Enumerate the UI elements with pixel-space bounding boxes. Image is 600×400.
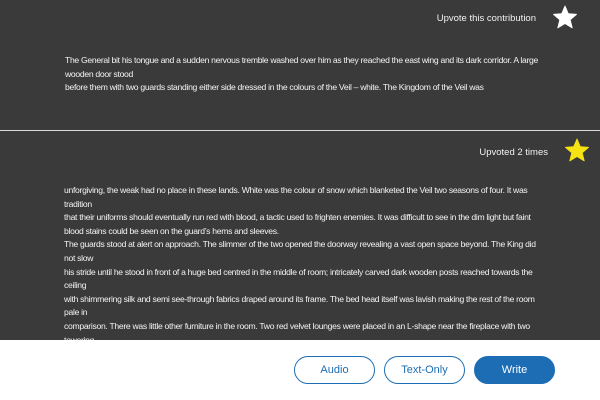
action-bar: Audio Text-Only Write (0, 340, 600, 400)
contribution-2: Upvoted 2 times unforgiving, the weak ha… (0, 131, 600, 345)
contribution-text: The General bit his tongue and a sudden … (65, 55, 538, 93)
upvote-label: Upvote this contribution (436, 13, 536, 24)
upvote-count-label: Upvoted 2 times (479, 147, 548, 158)
story-reader: Upvote this contribution The General bit… (0, 0, 600, 400)
contribution-1: Upvote this contribution The General bit… (0, 0, 600, 130)
write-button[interactable]: Write (474, 356, 555, 384)
contributions-panel: Upvote this contribution The General bit… (0, 0, 600, 345)
audio-button[interactable]: Audio (294, 356, 375, 384)
contribution-text: unforgiving, the weak had no place in th… (64, 185, 536, 345)
star-filled-icon[interactable] (563, 137, 591, 164)
text-only-button[interactable]: Text-Only (384, 356, 465, 384)
star-outline-icon[interactable] (551, 4, 579, 31)
